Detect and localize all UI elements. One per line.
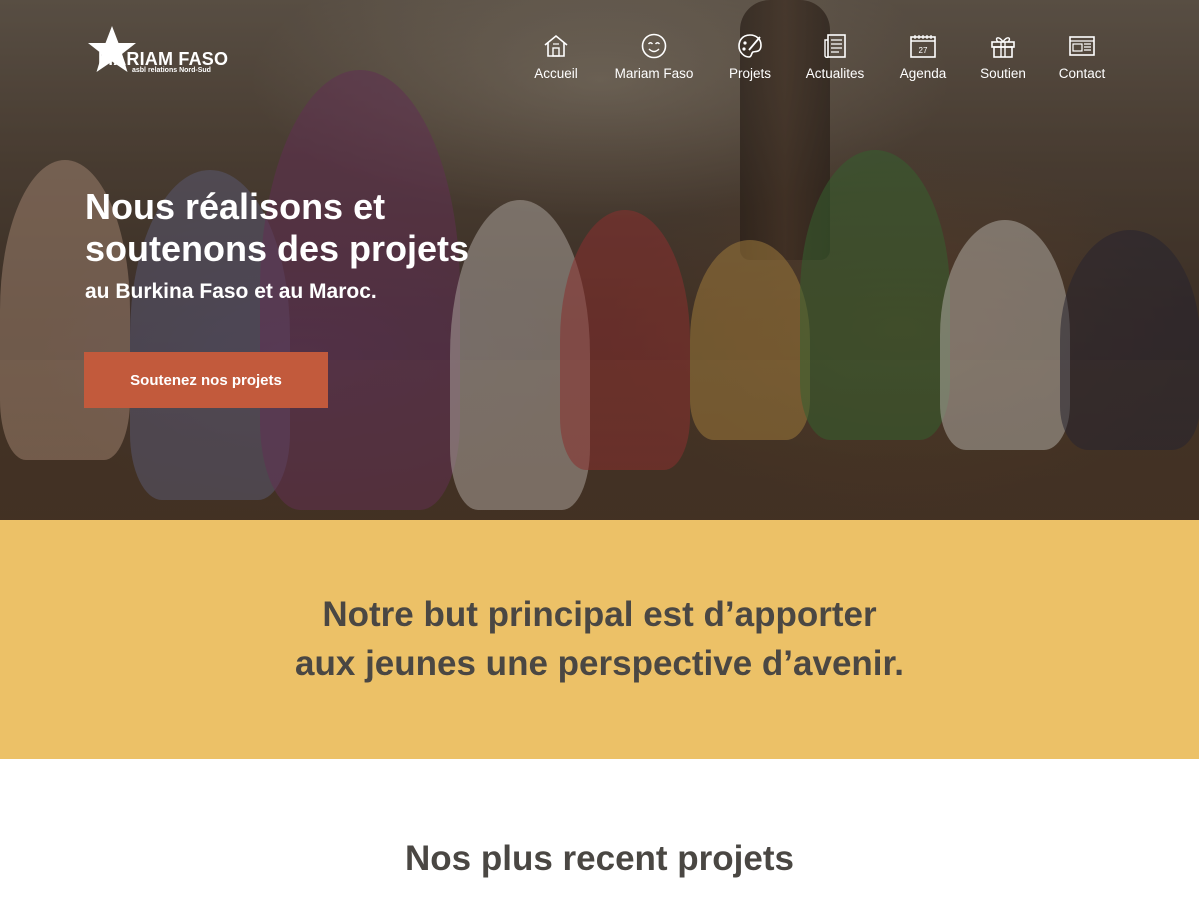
recent-projects-heading: Nos plus recent projets [405, 839, 794, 878]
hero-title: Nous réalisons et soutenons des projets [85, 186, 470, 269]
mission-section: Notre but principal est d’apporter aux j… [0, 520, 1199, 759]
nav-item-soutien[interactable]: Soutien [974, 32, 1032, 88]
nav-label-soutien: Soutien [980, 66, 1026, 81]
browser-window-icon [1069, 36, 1095, 56]
house-icon [544, 34, 568, 57]
newspaper-icon [824, 34, 846, 59]
nav-item-actualites[interactable]: Actualites [798, 32, 872, 88]
nav-item-mariam-faso[interactable]: Mariam Faso [608, 32, 700, 88]
main-navigation: Accueil Mariam Faso Projets Actualites 2… [520, 32, 1120, 88]
nav-label-accueil: Accueil [534, 66, 578, 81]
logo-subtitle: asbl relations Nord-Sud [132, 67, 211, 74]
mission-statement: Notre but principal est d’apporter aux j… [295, 590, 904, 688]
support-projects-button[interactable]: Soutenez nos projets [84, 352, 328, 408]
site-logo[interactable]: MARIAM FASO asbl relations Nord-Sud [84, 26, 234, 78]
nav-item-contact[interactable]: Contact [1054, 32, 1110, 88]
hero-subtitle: au Burkina Faso et au Maroc. [85, 280, 377, 303]
calendar-icon: 27 [910, 35, 936, 58]
nav-label-mariam-faso: Mariam Faso [614, 66, 694, 81]
smiley-icon [641, 33, 667, 59]
svg-text:27: 27 [919, 46, 928, 55]
nav-item-agenda[interactable]: 27 Agenda [892, 32, 954, 88]
hero-section: MARIAM FASO asbl relations Nord-Sud Accu… [0, 0, 1199, 520]
nav-label-actualites: Actualites [805, 66, 865, 81]
mission-line-2: aux jeunes une perspective d’avenir. [295, 643, 904, 683]
nav-label-contact: Contact [1058, 66, 1106, 81]
nav-label-agenda: Agenda [899, 66, 947, 81]
nav-item-accueil[interactable]: Accueil [520, 32, 592, 88]
mission-line-1: Notre but principal est d’apporter [322, 594, 877, 634]
nav-label-projets: Projets [728, 66, 772, 81]
palette-icon [738, 34, 762, 58]
nav-item-projets[interactable]: Projets [720, 32, 780, 88]
gift-icon [991, 37, 1015, 58]
recent-projects-section: Nos plus recent projets [0, 759, 1199, 900]
